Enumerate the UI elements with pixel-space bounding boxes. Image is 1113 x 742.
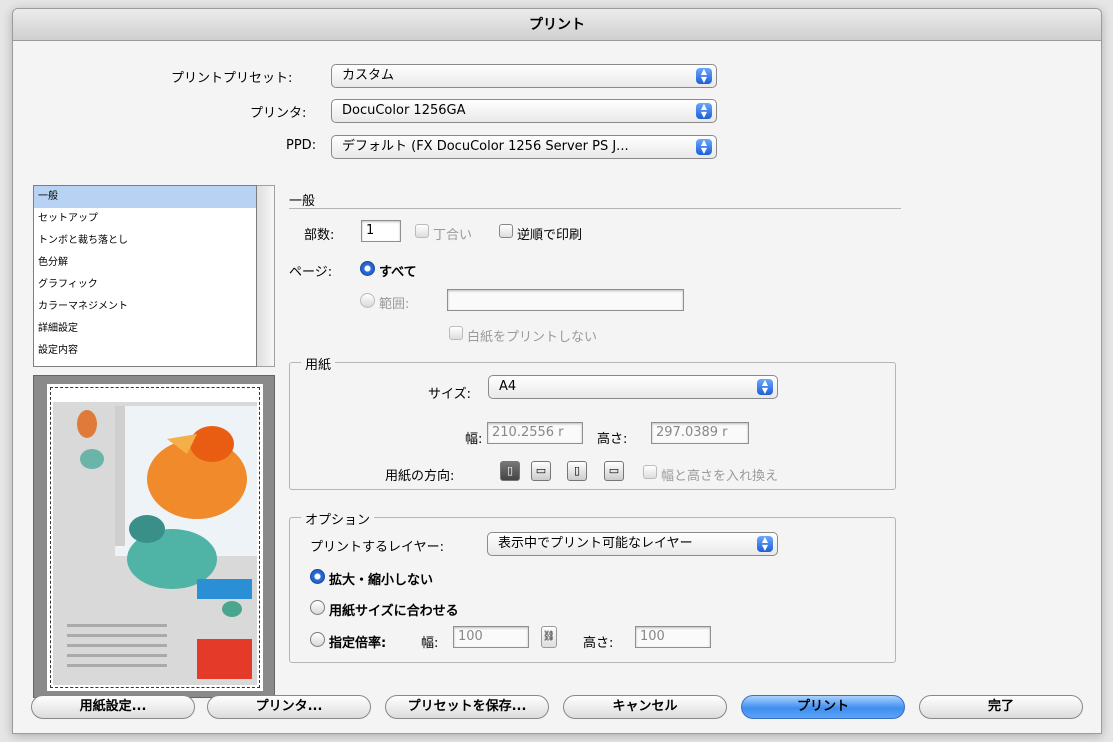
popup-arrows-icon: ▲ ▼ <box>757 536 773 552</box>
paper-width-label: 幅: <box>465 432 483 447</box>
custom-scale-radio[interactable] <box>310 632 325 647</box>
printer-label: プリンタ: <box>250 106 307 121</box>
scale-width-field[interactable]: 100 <box>453 626 529 648</box>
layers-popup[interactable]: 表示中でプリント可能なレイヤー ▲ ▼ <box>487 532 778 556</box>
list-item[interactable]: 色分解 <box>34 252 256 274</box>
skip-blank-label: 白紙をプリントしない <box>467 330 598 345</box>
options-group-title: オプション <box>301 509 375 528</box>
ppd-value: デフォルト (FX DocuColor 1256 Server PS J... <box>342 139 629 154</box>
scale-width-label: 幅: <box>421 636 439 651</box>
general-section-title: 一般 <box>289 194 316 209</box>
ppd-label: PPD: <box>286 138 317 153</box>
list-item[interactable]: トンボと裁ち落とし <box>34 230 256 252</box>
list-item[interactable]: 詳細設定 <box>34 318 256 340</box>
no-scale-label: 拡大・縮小しない <box>329 573 434 588</box>
print-dialog: プリント プリントプリセット: カスタム ▲ ▼ プリンタ: DocuColor … <box>12 8 1102 734</box>
preview-page <box>47 384 263 691</box>
collate-checkbox[interactable] <box>415 224 429 238</box>
constrain-proportions-icon[interactable]: ⛓ <box>541 626 557 648</box>
reverse-order-label: 逆順で印刷 <box>517 228 583 243</box>
ppd-popup[interactable]: デフォルト (FX DocuColor 1256 Server PS J... … <box>331 135 717 159</box>
preset-value: カスタム <box>342 68 395 83</box>
list-item[interactable]: セットアップ <box>34 208 256 230</box>
skip-blank-checkbox[interactable] <box>449 326 463 340</box>
dialog-content: プリントプリセット: カスタム ▲ ▼ プリンタ: DocuColor 1256G… <box>13 42 1101 733</box>
printer-popup[interactable]: DocuColor 1256GA ▲ ▼ <box>331 99 717 123</box>
custom-scale-label: 指定倍率: <box>329 636 387 651</box>
preset-label: プリントプリセット: <box>171 71 293 86</box>
paper-height-field[interactable]: 297.0389 r <box>651 422 749 444</box>
window-title: プリント <box>13 9 1101 41</box>
swap-dimensions-checkbox[interactable] <box>643 465 657 479</box>
collate-label: 丁合い <box>433 228 473 243</box>
list-item[interactable]: 一般 <box>34 186 256 208</box>
printable-area-outline <box>50 387 260 688</box>
portrait-reverse-icon[interactable]: ▯ <box>567 461 587 481</box>
cancel-button[interactable]: キャンセル <box>563 695 727 719</box>
reverse-order-checkbox[interactable] <box>499 224 513 238</box>
landscape-reverse-icon[interactable]: ▭ <box>604 461 624 481</box>
done-button[interactable]: 完了 <box>919 695 1083 719</box>
list-item[interactable]: グラフィック <box>34 274 256 296</box>
section-divider <box>289 208 901 209</box>
paper-size-value: A4 <box>499 379 517 394</box>
pages-range-label: 範囲: <box>379 297 410 312</box>
orientation-label: 用紙の方向: <box>385 469 455 484</box>
paper-width-field[interactable]: 210.2556 r <box>487 422 583 444</box>
popup-arrows-icon: ▲ ▼ <box>696 103 712 119</box>
landscape-icon[interactable]: ▭ <box>531 461 551 481</box>
popup-arrows-icon: ▲ ▼ <box>696 68 712 84</box>
layers-label: プリントするレイヤー: <box>310 540 444 555</box>
popup-arrows-icon: ▲ ▼ <box>757 379 773 395</box>
portrait-icon[interactable]: ▯ <box>500 461 520 481</box>
paper-size-label: サイズ: <box>428 387 471 402</box>
list-scrollbar[interactable] <box>257 185 275 367</box>
list-item[interactable]: カラーマネジメント <box>34 296 256 318</box>
pages-range-field[interactable] <box>447 289 684 311</box>
fit-to-paper-label: 用紙サイズに合わせる <box>329 604 459 619</box>
popup-arrows-icon: ▲ ▼ <box>696 139 712 155</box>
save-preset-button[interactable]: プリセットを保存... <box>385 695 549 719</box>
pages-label: ページ: <box>289 265 333 280</box>
fit-to-paper-radio[interactable] <box>310 600 325 615</box>
printer-value: DocuColor 1256GA <box>342 103 466 118</box>
page-setup-button[interactable]: 用紙設定... <box>31 695 195 719</box>
paper-group-title: 用紙 <box>301 354 336 373</box>
scale-height-field[interactable]: 100 <box>635 626 711 648</box>
paper-height-label: 高さ: <box>597 432 628 447</box>
paper-size-popup[interactable]: A4 ▲ ▼ <box>488 375 778 399</box>
pages-range-radio[interactable] <box>360 293 375 308</box>
printer-button[interactable]: プリンタ... <box>207 695 371 719</box>
pages-all-radio[interactable] <box>360 261 375 276</box>
no-scale-radio[interactable] <box>310 569 325 584</box>
copies-label: 部数: <box>304 228 335 243</box>
category-list[interactable]: 一般 セットアップ トンボと裁ち落とし 色分解 グラフィック カラーマネジメント… <box>33 185 257 367</box>
list-item[interactable]: 設定内容 <box>34 340 256 362</box>
scale-height-label: 高さ: <box>583 636 614 651</box>
layers-value: 表示中でプリント可能なレイヤー <box>498 536 693 551</box>
page-preview <box>33 375 275 698</box>
swap-dimensions-label: 幅と高さを入れ換え <box>661 469 779 484</box>
pages-all-label: すべて <box>379 265 417 280</box>
print-button[interactable]: プリント <box>741 695 905 719</box>
preset-popup[interactable]: カスタム ▲ ▼ <box>331 64 717 88</box>
copies-field[interactable]: 1 <box>361 220 401 242</box>
